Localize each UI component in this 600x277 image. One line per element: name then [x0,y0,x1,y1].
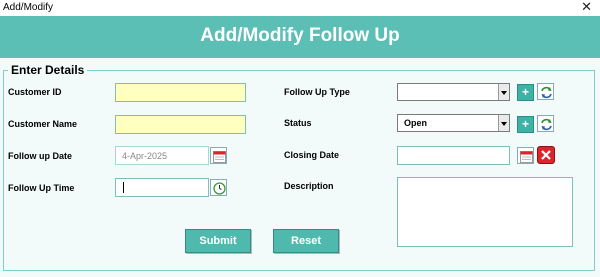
calendar-icon[interactable] [517,147,534,164]
customer-name-input[interactable] [115,115,246,134]
calendar-icon[interactable] [210,147,227,164]
refresh-icon[interactable] [537,115,554,132]
chevron-down-icon[interactable] [498,115,509,131]
group-legend: Enter Details [8,63,88,77]
plus-icon[interactable]: + [517,116,534,133]
follow-up-time-input[interactable] [115,178,209,197]
chevron-down-icon[interactable] [498,84,509,100]
clock-icon[interactable] [210,179,227,196]
window-title: Add/Modify [3,2,54,13]
follow-up-date-value: 4-Apr-2025 [122,151,168,161]
closing-date-label: Closing Date [284,150,340,160]
follow-up-time-label: Follow Up Time [8,183,75,193]
clear-icon[interactable] [537,146,555,164]
refresh-icon[interactable] [537,83,554,100]
status-value: Open [404,118,428,128]
follow-up-date-input[interactable]: 4-Apr-2025 [115,146,209,165]
status-select[interactable]: Open [397,114,510,132]
reset-button[interactable]: Reset [273,229,339,253]
close-icon[interactable]: ✕ [581,0,592,14]
text-caret [123,182,124,193]
follow-up-type-select[interactable] [397,83,510,101]
header-banner: Add/Modify Follow Up [0,16,600,58]
follow-up-date-label: Follow up Date [8,151,72,161]
customer-id-input[interactable] [115,83,246,102]
submit-button[interactable]: Submit [185,229,251,253]
customer-id-label: Customer ID [8,87,62,97]
page-title: Add/Modify Follow Up [200,25,400,46]
description-label: Description [284,181,334,191]
closing-date-input[interactable] [397,146,510,165]
follow-up-type-label: Follow Up Type [284,87,350,97]
customer-name-label: Customer Name [8,119,78,129]
window-titlebar: Add/Modify ✕ [0,0,600,16]
plus-icon[interactable]: + [517,84,534,101]
description-textarea[interactable] [397,177,573,247]
status-label: Status [284,118,312,128]
